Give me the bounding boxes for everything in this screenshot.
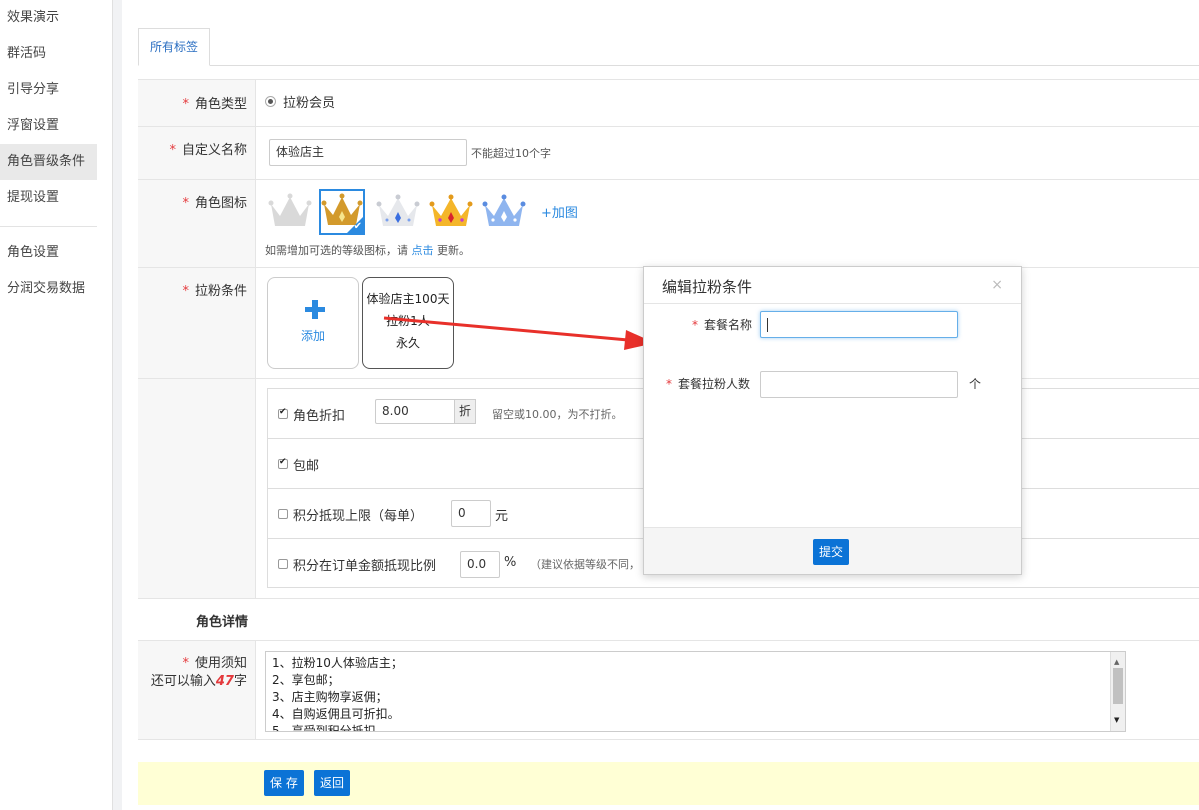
- scroll-down-icon[interactable]: ▼: [1114, 712, 1119, 729]
- role-icon-label: * 角色图标: [182, 196, 247, 211]
- fan-count-input[interactable]: [760, 371, 958, 398]
- discount-unit: 折: [454, 399, 476, 424]
- sidebar: 效果演示 群活码 引导分享 浮窗设置 角色晋级条件 提现设置 角色设置 分润交易…: [0, 0, 97, 810]
- add-package-button[interactable]: 添加: [267, 277, 359, 369]
- custom-name-hint: 不能超过10个字: [471, 147, 551, 160]
- usage-label: * 使用须知: [182, 656, 247, 671]
- points-cap-input[interactable]: 0: [451, 500, 491, 527]
- row-usage: * 使用须知 还可以输入47字 1、拉粉10人体验店主； 2、享包邮； 3、店主购…: [138, 640, 1199, 740]
- free-shipping-label: 包邮: [293, 459, 320, 474]
- sidebar-item-share-guide[interactable]: 引导分享: [0, 72, 97, 108]
- crown-blue-icon[interactable]: [481, 189, 527, 235]
- edit-condition-dialog: 编辑拉粉条件 × * 套餐名称 * 套餐拉粉人数 个 提交: [643, 266, 1022, 575]
- package-name-label: * 套餐名称: [692, 318, 753, 332]
- role-icon-hint: 如需增加可选的等级图标，请 点击 更新。: [265, 244, 470, 257]
- custom-name-label: * 自定义名称: [169, 143, 247, 158]
- sidebar-item-profit-data[interactable]: 分润交易数据: [0, 271, 97, 307]
- sidebar-item-withdraw[interactable]: 提现设置: [0, 180, 97, 216]
- row-role-detail: 角色详情: [138, 598, 1199, 640]
- role-icon-update-link[interactable]: 点击: [412, 244, 434, 257]
- discount-checkbox[interactable]: [278, 407, 288, 419]
- role-type-option: 拉粉会员: [283, 96, 336, 111]
- sidebar-divider: [0, 226, 97, 227]
- fan-count-label: * 套餐拉粉人数: [666, 377, 751, 391]
- usage-remaining: 还可以输入47字: [150, 674, 247, 689]
- row-custom-name: * 自定义名称 体验店主 不能超过10个字: [138, 126, 1199, 179]
- points-ratio-hint: （建议依据等级不同，: [530, 558, 640, 571]
- points-cap-label: 积分抵现上限（每单）: [293, 509, 424, 524]
- sidebar-item-group-qrcode[interactable]: 群活码: [0, 36, 97, 72]
- tab-all-tags[interactable]: 所有标签: [138, 28, 211, 66]
- footer-bar: 保 存 返回: [138, 762, 1199, 805]
- add-package-label: 添加: [300, 329, 325, 343]
- role-type-radio[interactable]: [265, 96, 276, 107]
- text-caret: [767, 317, 768, 332]
- dialog-title: 编辑拉粉条件: [662, 278, 753, 296]
- usage-remaining-count: 47: [215, 674, 234, 689]
- fan-count-unit: 个: [969, 377, 982, 391]
- points-ratio-label: 积分在订单金额抵现比例: [293, 559, 437, 574]
- points-ratio-unit: %: [504, 555, 517, 570]
- crown-gray-icon[interactable]: [267, 189, 313, 235]
- discount-label: 角色折扣: [293, 409, 346, 424]
- row-role-type: * 角色类型 拉粉会员: [138, 79, 1199, 126]
- tab-bar: 所有标签: [138, 28, 1199, 66]
- role-detail-heading: 角色详情: [196, 615, 249, 630]
- package-name-input[interactable]: [760, 311, 958, 338]
- sidebar-item-role-settings[interactable]: 角色设置: [0, 235, 97, 271]
- close-icon[interactable]: ×: [991, 277, 1003, 293]
- save-button[interactable]: 保 存: [264, 770, 304, 796]
- points-cap-checkbox[interactable]: [278, 509, 288, 519]
- discount-input[interactable]: 8.00: [375, 399, 456, 424]
- fan-condition-label: * 拉粉条件: [182, 284, 247, 299]
- points-cap-unit: 元: [495, 509, 509, 524]
- points-ratio-input[interactable]: 0.0: [460, 551, 500, 578]
- usage-textarea[interactable]: 1、拉粉10人体验店主； 2、享包邮； 3、店主购物享返佣； 4、自购返佣且可折…: [265, 651, 1126, 732]
- package-line-fans: 拉粉1人: [386, 314, 430, 328]
- submit-button[interactable]: 提交: [813, 539, 850, 565]
- package-line-name: 体验店主100天: [366, 292, 450, 306]
- crown-silver-icon[interactable]: [375, 189, 421, 235]
- usage-scrollbar[interactable]: ▲ ▼: [1110, 652, 1125, 731]
- points-ratio-checkbox[interactable]: [278, 559, 288, 569]
- discount-hint: 留空或10.00，为不打折。: [492, 408, 623, 421]
- back-button[interactable]: 返回: [314, 770, 351, 796]
- sidebar-item-float-window[interactable]: 浮窗设置: [0, 108, 97, 144]
- sidebar-item-demo[interactable]: 效果演示: [0, 0, 97, 36]
- add-icon-link[interactable]: +加图: [541, 202, 578, 221]
- package-card[interactable]: 体验店主100天 拉粉1人 永久: [362, 277, 454, 369]
- row-role-icon: * 角色图标 ✔ +加图 如需增加可选的等级图标，请 点击 更新。: [138, 179, 1199, 267]
- sidebar-splitter: [112, 0, 122, 810]
- crown-gold-selected-icon[interactable]: ✔: [319, 189, 365, 235]
- crown-gold-ruby-icon[interactable]: [428, 189, 474, 235]
- sidebar-item-role-upgrade[interactable]: 角色晋级条件: [0, 144, 97, 180]
- scroll-thumb[interactable]: [1113, 668, 1123, 704]
- package-line-duration: 永久: [395, 336, 420, 350]
- check-icon: ✔: [353, 221, 362, 232]
- custom-name-input[interactable]: 体验店主: [269, 139, 467, 166]
- free-shipping-checkbox[interactable]: [278, 457, 288, 469]
- role-type-label: * 角色类型: [182, 97, 247, 112]
